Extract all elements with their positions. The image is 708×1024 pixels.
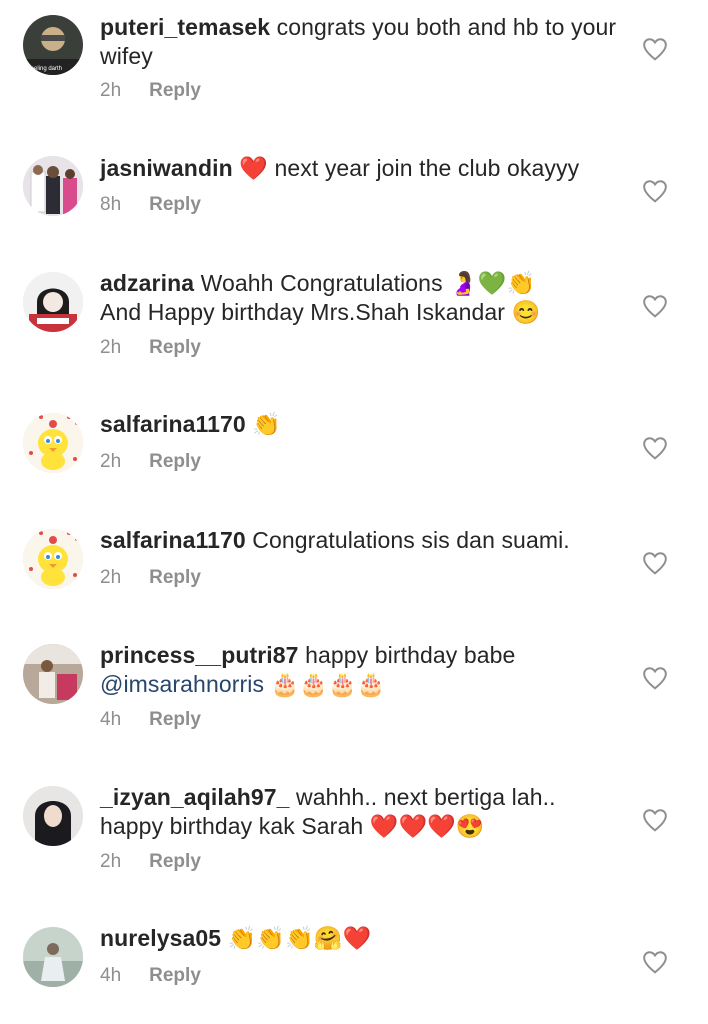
comment-meta: 2h Reply (100, 851, 201, 873)
comment-content-line-2: 🎂🎂🎂🎂 (264, 671, 386, 697)
timestamp: 4h (100, 965, 122, 986)
comment-content-line-2: happy birthday kak Sarah ❤️❤️❤️😍 (100, 813, 485, 839)
heart-outline-icon[interactable] (642, 179, 668, 203)
comment-meta: 2h Reply (100, 337, 201, 359)
comment-meta: 2h Reply (100, 80, 201, 102)
comment-content: 👏👏👏🤗❤️ (221, 925, 372, 951)
comment-content: wahhh.. next bertiga lah.. (289, 784, 556, 810)
avatar-caption: Feeling darth (27, 66, 62, 72)
comment-text: salfarina1170 👏 (100, 410, 620, 439)
reply-button[interactable]: Reply (149, 567, 201, 589)
avatar[interactable] (23, 786, 83, 846)
timestamp: 2h (100, 851, 122, 872)
reply-button[interactable]: Reply (149, 337, 201, 359)
username[interactable]: adzarina (100, 270, 194, 296)
avatar[interactable] (23, 529, 83, 589)
comment-meta: 4h Reply (100, 965, 201, 987)
username[interactable]: princess__putri87 (100, 642, 299, 668)
avatar[interactable] (23, 413, 83, 473)
reply-button[interactable]: Reply (149, 851, 201, 873)
mention-link[interactable]: @imsarahnorris (100, 671, 264, 697)
username[interactable]: _izyan_aqilah97_ (100, 784, 290, 810)
comment-content: Congratulations sis dan suami. (245, 527, 570, 553)
heart-outline-icon[interactable] (642, 666, 668, 690)
timestamp: 2h (100, 451, 122, 472)
comment-text: salfarina1170 Congratulations sis dan su… (100, 526, 620, 555)
username[interactable]: salfarina1170 (100, 411, 246, 437)
heart-outline-icon[interactable] (642, 436, 668, 460)
reply-button[interactable]: Reply (149, 965, 201, 987)
comment-meta: 2h Reply (100, 567, 201, 589)
username[interactable]: nurelysa05 (100, 925, 221, 951)
comment-content: 👏 (245, 411, 282, 437)
heart-outline-icon[interactable] (642, 950, 668, 974)
timestamp: 8h (100, 194, 122, 215)
avatar[interactable] (23, 272, 83, 332)
comment-content-line-2: And Happy birthday Mrs.Shah Iskandar 😊 (100, 299, 541, 325)
reply-button[interactable]: Reply (149, 451, 201, 473)
avatar[interactable] (23, 927, 83, 987)
comment-text: puteri_temasek congrats you both and hb … (100, 13, 620, 71)
comment-text: _izyan_aqilah97_ wahhh.. next bertiga la… (100, 783, 620, 841)
timestamp: 2h (100, 80, 122, 101)
comment-content: ❤️ next year join the club okayyy (232, 155, 580, 181)
heart-outline-icon[interactable] (642, 37, 668, 61)
reply-button[interactable]: Reply (149, 194, 201, 216)
username[interactable]: jasniwandin (100, 155, 233, 181)
comment-meta: 2h Reply (100, 451, 201, 473)
heart-outline-icon[interactable] (642, 551, 668, 575)
timestamp: 4h (100, 709, 122, 730)
heart-outline-icon[interactable] (642, 808, 668, 832)
avatar[interactable]: Feeling darth (23, 15, 83, 75)
heart-outline-icon[interactable] (642, 294, 668, 318)
comment-text: princess__putri87 happy birthday babe @im… (100, 641, 620, 699)
avatar[interactable] (23, 156, 83, 216)
comment-text: nurelysa05 👏👏👏🤗❤️ (100, 924, 620, 953)
comment-meta: 4h Reply (100, 709, 201, 731)
username[interactable]: salfarina1170 (100, 527, 246, 553)
timestamp: 2h (100, 337, 122, 358)
comment-content: happy birthday babe (298, 642, 516, 668)
username[interactable]: puteri_temasek (100, 14, 270, 40)
comment-text: jasniwandin ❤️ next year join the club o… (100, 154, 620, 183)
comment-meta: 8h Reply (100, 194, 201, 216)
comment-content: Woahh Congratulations 🤰💚👏 (194, 270, 536, 296)
avatar[interactable] (23, 644, 83, 704)
comment-text: adzarina Woahh Congratulations 🤰💚👏 And Ha… (100, 269, 620, 327)
reply-button[interactable]: Reply (149, 80, 201, 102)
timestamp: 2h (100, 567, 122, 588)
reply-button[interactable]: Reply (149, 709, 201, 731)
